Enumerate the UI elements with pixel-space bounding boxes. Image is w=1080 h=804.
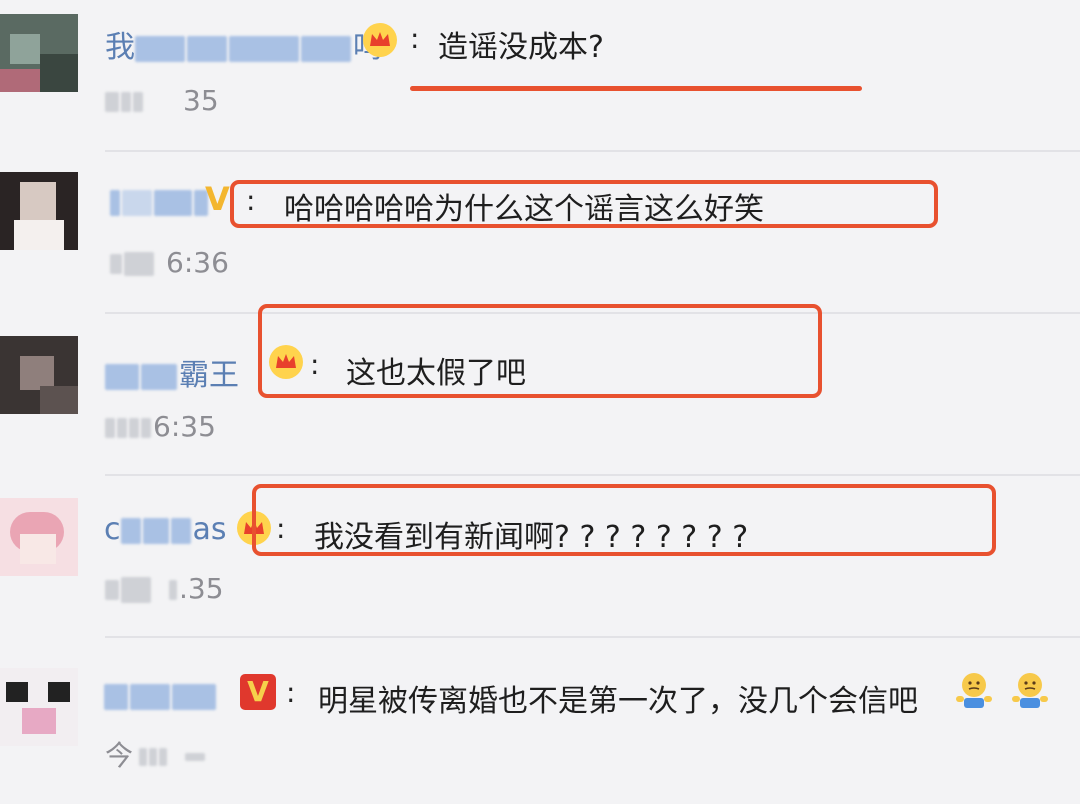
colon: : — [410, 22, 420, 55]
comment-text: 造谣没成本? — [438, 30, 604, 65]
username[interactable]: 霸王 — [105, 350, 239, 394]
shrug-emoji-icon — [956, 673, 992, 708]
comment-item: c as : 我没看到有新闻啊? ? ? ? ? ? ? ? .35 — [0, 476, 1080, 636]
comment-text: 我没看到有新闻啊? ? ? ? ? ? ? ? — [314, 520, 749, 555]
comment-item: V : 明星被传离婚也不是第一次了，没几个会信吧 今 — [0, 638, 1080, 804]
avatar[interactable] — [0, 14, 78, 92]
avatar[interactable] — [0, 668, 78, 746]
red-v-badge-icon: V — [240, 674, 276, 710]
comment-text: 这也太假了吧 — [346, 356, 526, 391]
colon: : — [246, 184, 256, 217]
crown-icon — [269, 345, 303, 379]
comment-item: V : 哈哈哈哈哈为什么这个谣言这么好笑 6:36 — [0, 152, 1080, 312]
avatar[interactable] — [0, 336, 78, 414]
comment-text: 哈哈哈哈哈为什么这个谣言这么好笑 — [284, 192, 764, 227]
v-badge-icon: V — [205, 180, 230, 218]
username[interactable] — [104, 678, 218, 713]
avatar[interactable] — [0, 172, 78, 250]
username[interactable]: c as — [104, 512, 227, 547]
avatar[interactable] — [0, 498, 78, 576]
comment-time: .35 — [105, 572, 224, 605]
comment-time: 6:35 — [105, 410, 216, 443]
highlight-underline — [410, 86, 862, 91]
colon: : — [310, 348, 320, 381]
comment-text: 明星被传离婚也不是第一次了，没几个会信吧 — [318, 684, 918, 719]
comment-item: 我吗 : 造谣没成本? 35 — [0, 0, 1080, 150]
crown-icon — [363, 23, 397, 57]
username[interactable]: 我吗 — [105, 22, 383, 66]
comment-time: 今 — [105, 734, 207, 774]
comment-item: 霸王 : 这也太假了吧 6:35 — [0, 304, 1080, 474]
comment-time: 6:36 — [110, 246, 229, 279]
comment-time: 35 — [105, 84, 219, 117]
shrug-emoji-icon — [1012, 673, 1048, 708]
username[interactable] — [110, 184, 210, 219]
colon: : — [286, 676, 296, 709]
highlight-box — [258, 304, 822, 398]
colon: : — [276, 512, 286, 545]
